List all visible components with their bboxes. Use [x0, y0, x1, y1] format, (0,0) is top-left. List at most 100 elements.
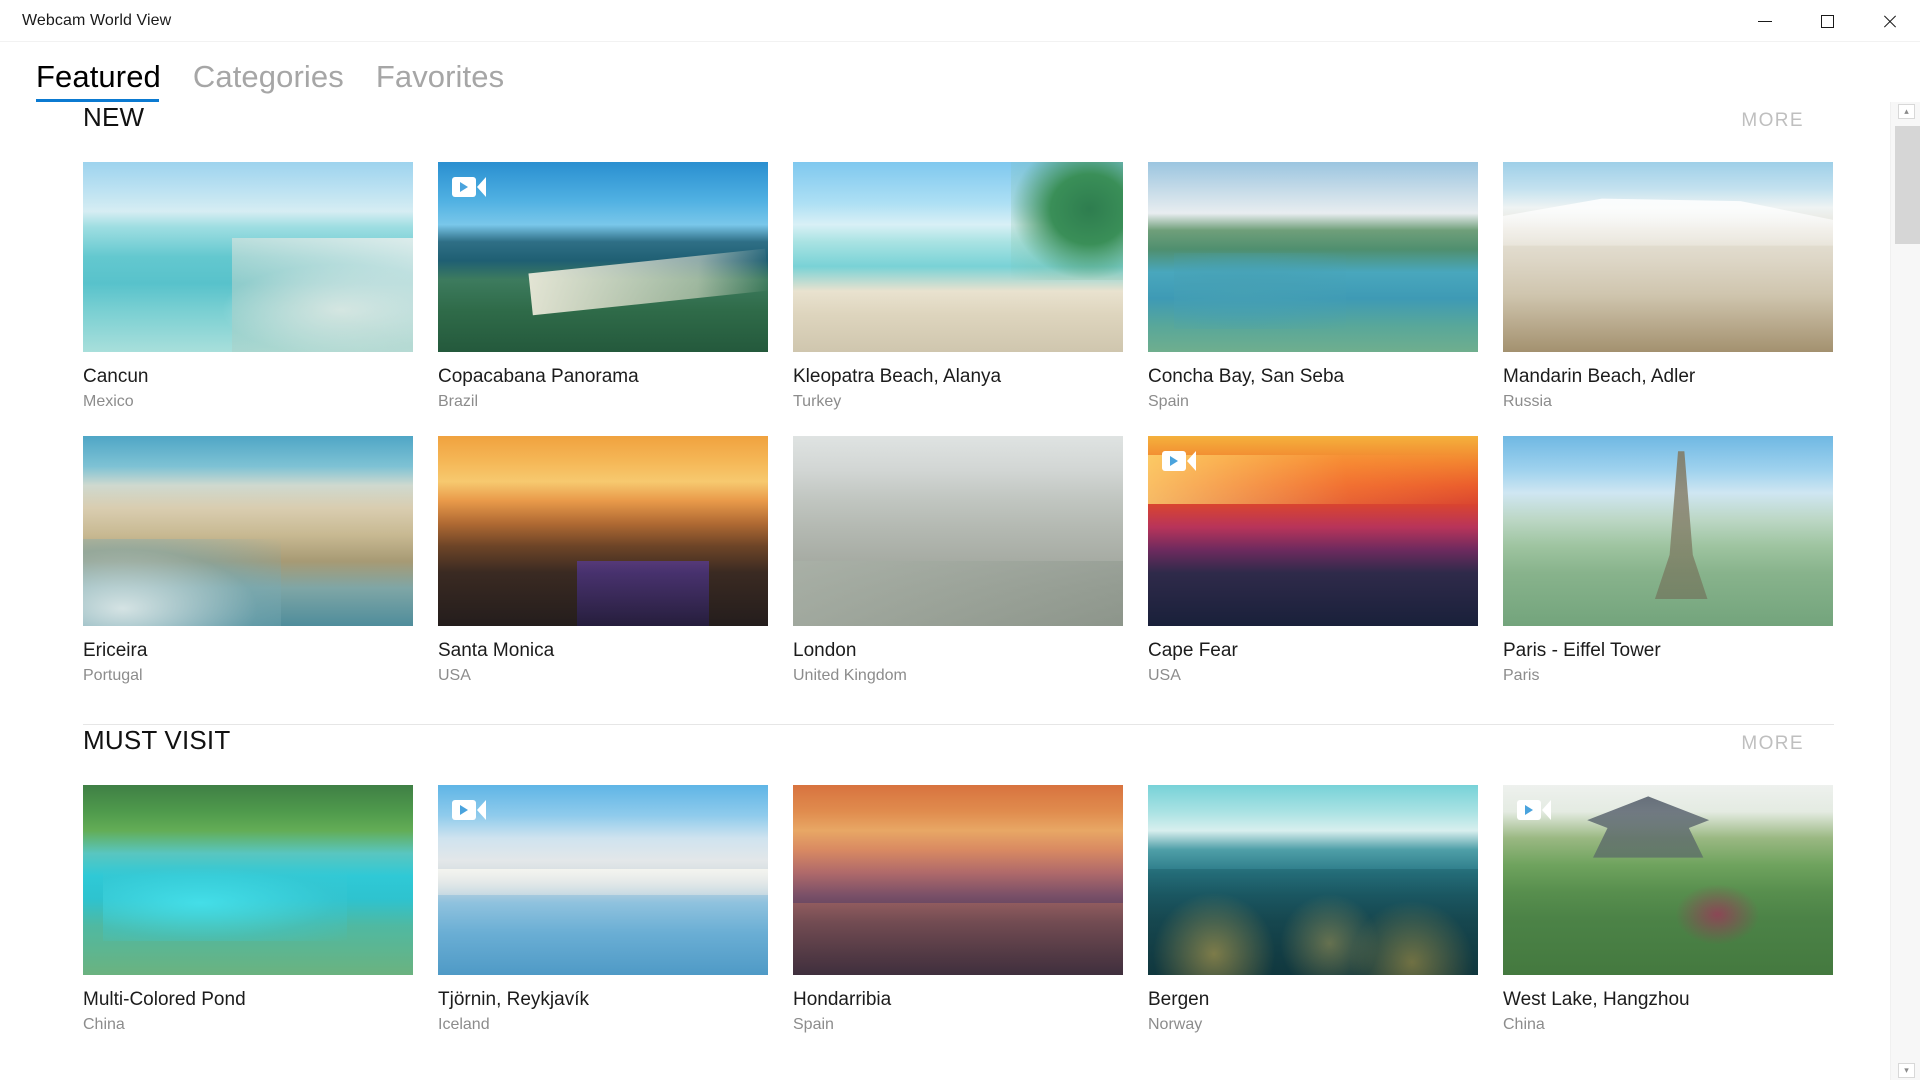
card-thumbnail[interactable] — [793, 162, 1123, 352]
maximize-button[interactable] — [1796, 0, 1858, 42]
card-thumbnail[interactable] — [793, 436, 1123, 626]
card-kleopatra-beach-alanya[interactable]: Kleopatra Beach, Alanya Turkey — [793, 162, 1123, 436]
card-subtitle: USA — [1148, 667, 1181, 684]
card-title: Kleopatra Beach, Alanya — [793, 366, 1002, 387]
video-camera-icon — [1162, 450, 1196, 472]
section-new-header: NEW MORE — [83, 102, 1834, 162]
card-subtitle: Russia — [1503, 393, 1552, 410]
thumbnail-image — [438, 785, 768, 975]
card-subtitle: Brazil — [438, 393, 479, 410]
card-subtitle: Paris — [1503, 667, 1540, 684]
thumbnail-image — [1148, 785, 1478, 975]
section-new-more-link[interactable]: MORE — [1741, 110, 1804, 132]
scroll-content: NEW MORE Cancun Mexico Copacabana Panora… — [0, 102, 1882, 1080]
card-thumbnail[interactable] — [1148, 162, 1478, 352]
section-must-visit-more-link[interactable]: MORE — [1741, 733, 1804, 755]
card-subtitle: Spain — [1148, 393, 1189, 410]
card-mandarin-beach-adler[interactable]: Mandarin Beach, Adler Russia — [1503, 162, 1833, 436]
close-icon — [1882, 14, 1897, 29]
card-thumbnail[interactable] — [1148, 436, 1478, 626]
card-title: Mandarin Beach, Adler — [1503, 366, 1696, 387]
card-cape-fear[interactable]: Cape Fear USA — [1148, 436, 1478, 710]
scrollbar-thumb[interactable] — [1895, 126, 1920, 244]
card-copacabana-panorama[interactable]: Copacabana Panorama Brazil — [438, 162, 768, 436]
card-thumbnail[interactable] — [83, 162, 413, 352]
section-must-visit: MUST VISIT MORE Multi-Colored Pond China — [0, 725, 1882, 1059]
scroll-down-arrow-icon[interactable]: ▾ — [1898, 1063, 1915, 1078]
thumbnail-image — [793, 436, 1123, 626]
main-tabs: Featured Categories Favorites — [0, 42, 1920, 102]
card-title: Paris - Eiffel Tower — [1503, 640, 1661, 661]
tab-favorites[interactable]: Favorites — [376, 58, 504, 102]
thumbnail-image — [83, 436, 413, 626]
card-west-lake-hangzhou[interactable]: West Lake, Hangzhou China — [1503, 785, 1833, 1059]
card-concha-bay-san-seba[interactable]: Concha Bay, San Seba Spain — [1148, 162, 1478, 436]
card-hondarribia[interactable]: Hondarribia Spain — [793, 785, 1123, 1059]
card-subtitle: Iceland — [438, 1016, 490, 1033]
card-subtitle: Turkey — [793, 393, 842, 410]
card-title: West Lake, Hangzhou — [1503, 989, 1690, 1010]
minimize-button[interactable] — [1734, 0, 1796, 42]
thumbnail-image — [1503, 785, 1833, 975]
card-paris-eiffel-tower[interactable]: Paris - Eiffel Tower Paris — [1503, 436, 1833, 710]
card-title: Bergen — [1148, 989, 1210, 1010]
thumbnail-image — [438, 436, 768, 626]
card-thumbnail[interactable] — [1503, 162, 1833, 352]
card-subtitle: China — [1503, 1016, 1545, 1033]
card-title: Hondarribia — [793, 989, 892, 1010]
card-title: Cape Fear — [1148, 640, 1238, 661]
card-bergen[interactable]: Bergen Norway — [1148, 785, 1478, 1059]
vertical-scrollbar[interactable]: ▴ ▾ — [1890, 102, 1920, 1080]
window-title: Webcam World View — [22, 11, 172, 29]
card-santa-monica[interactable]: Santa Monica USA — [438, 436, 768, 710]
card-subtitle: USA — [438, 667, 471, 684]
thumbnail-image — [83, 785, 413, 975]
card-title: Multi-Colored Pond — [83, 989, 246, 1010]
card-thumbnail[interactable] — [83, 785, 413, 975]
card-subtitle: United Kingdom — [793, 667, 907, 684]
section-must-visit-header: MUST VISIT MORE — [83, 725, 1834, 785]
card-thumbnail[interactable] — [1503, 785, 1833, 975]
thumbnail-image — [83, 162, 413, 352]
card-ericeira[interactable]: Ericeira Portugal — [83, 436, 413, 710]
card-thumbnail[interactable] — [438, 785, 768, 975]
close-button[interactable] — [1858, 0, 1920, 42]
maximize-icon — [1820, 14, 1834, 28]
minimize-icon — [1758, 20, 1772, 22]
video-camera-icon — [452, 176, 486, 198]
tab-categories[interactable]: Categories — [193, 58, 344, 102]
scroll-up-arrow-icon[interactable]: ▴ — [1898, 104, 1915, 119]
card-thumbnail[interactable] — [1503, 436, 1833, 626]
card-subtitle: Spain — [793, 1016, 834, 1033]
card-multi-colored-pond[interactable]: Multi-Colored Pond China — [83, 785, 413, 1059]
thumbnail-image — [1148, 162, 1478, 352]
card-subtitle: Norway — [1148, 1016, 1203, 1033]
tab-featured[interactable]: Featured — [36, 58, 161, 102]
card-grid-must-visit: Multi-Colored Pond China Tjörnin, Reykja… — [83, 785, 1834, 1059]
card-grid-new: Cancun Mexico Copacabana Panorama Brazil — [83, 162, 1834, 710]
section-new-title: NEW — [83, 102, 145, 132]
content-area: NEW MORE Cancun Mexico Copacabana Panora… — [0, 102, 1920, 1080]
thumbnail-image — [793, 162, 1123, 352]
video-camera-icon — [1517, 799, 1551, 821]
card-title: Cancun — [83, 366, 149, 387]
title-bar: Webcam World View — [0, 0, 1920, 42]
card-title: Tjörnin, Reykjavík — [438, 989, 589, 1010]
card-cancun[interactable]: Cancun Mexico — [83, 162, 413, 436]
card-thumbnail[interactable] — [1148, 785, 1478, 975]
card-london[interactable]: London United Kingdom — [793, 436, 1123, 710]
card-title: Concha Bay, San Seba — [1148, 366, 1345, 387]
card-subtitle: Mexico — [83, 393, 134, 410]
card-thumbnail[interactable] — [438, 162, 768, 352]
card-tjornin-reykjavik[interactable]: Tjörnin, Reykjavík Iceland — [438, 785, 768, 1059]
card-title: Santa Monica — [438, 640, 555, 661]
card-thumbnail[interactable] — [793, 785, 1123, 975]
card-subtitle: China — [83, 1016, 125, 1033]
thumbnail-image — [1148, 436, 1478, 626]
card-title: Copacabana Panorama — [438, 366, 639, 387]
thumbnail-image — [793, 785, 1123, 975]
card-thumbnail[interactable] — [438, 436, 768, 626]
thumbnail-image — [438, 162, 768, 352]
card-thumbnail[interactable] — [83, 436, 413, 626]
thumbnail-image — [1503, 162, 1833, 352]
